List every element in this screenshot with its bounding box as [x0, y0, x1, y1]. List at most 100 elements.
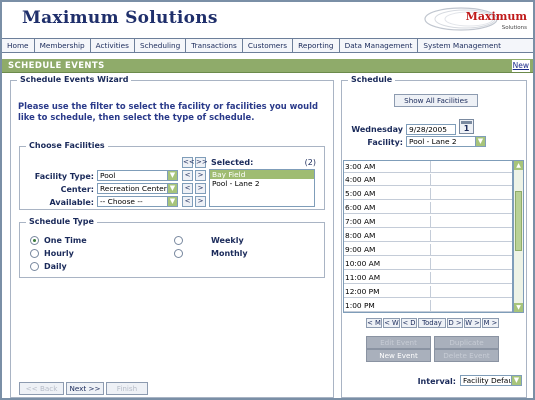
prev-month-button[interactable]: < M	[366, 318, 382, 328]
interval-value: Facility Default	[463, 376, 518, 385]
chevron-down-icon: ▼	[167, 184, 177, 193]
finish-button[interactable]: Finish	[106, 382, 148, 395]
schedule-facility-select[interactable]: Pool - Lane 2 ▼	[406, 136, 486, 147]
move-all-left-button[interactable]: <<	[182, 157, 195, 168]
scroll-up-icon[interactable]: ▲	[514, 161, 523, 170]
move-right-button-1[interactable]: >	[195, 170, 206, 181]
nav-system-management[interactable]: System Management	[418, 39, 533, 52]
move-left-button-3[interactable]: <	[182, 196, 193, 207]
choose-facilities-title: Choose Facilities	[26, 141, 108, 150]
interval-select[interactable]: Facility Default ▼	[460, 375, 522, 386]
facility-type-value: Pool	[100, 171, 116, 180]
prev-day-button[interactable]: < D	[401, 318, 417, 328]
radio-label-daily: Daily	[44, 262, 67, 271]
show-all-facilities-button[interactable]: Show All Facilities	[394, 94, 478, 107]
chevron-down-icon: ▼	[167, 171, 177, 180]
time-row[interactable]: 3:00 AM	[344, 161, 512, 173]
time-row[interactable]: 10:00 AM	[344, 258, 512, 270]
nav-reporting[interactable]: Reporting	[293, 39, 340, 52]
radio-weekly[interactable]	[174, 236, 183, 245]
time-row[interactable]: 7:00 AM	[344, 216, 512, 228]
nav-transactions[interactable]: Transactions	[186, 39, 243, 52]
time-label: 7:00 AM	[345, 217, 376, 226]
nav-customers[interactable]: Customers	[242, 39, 294, 52]
section-bar: SCHEDULE EVENTS	[2, 59, 533, 73]
radio-hourly[interactable]	[30, 249, 39, 258]
app-title: Maximum Solutions	[22, 8, 218, 28]
time-row[interactable]: 4:00 AM	[344, 174, 512, 186]
time-row[interactable]: 5:00 AM	[344, 188, 512, 200]
delete-event-button[interactable]: Delete Event	[434, 349, 499, 362]
selected-count: (2)	[304, 158, 316, 167]
date-input[interactable]: 9/28/2005	[406, 124, 456, 135]
available-select[interactable]: -- Choose -- ▼	[97, 196, 178, 207]
prev-week-button[interactable]: < W	[383, 318, 400, 328]
main-nav: Home Membership Activities Scheduling Tr…	[2, 38, 533, 53]
time-grid-scrollbar[interactable]: ▲ ▼	[513, 160, 524, 313]
facility-label: Facility:	[367, 138, 403, 147]
today-button[interactable]: Today	[418, 318, 446, 328]
radio-monthly[interactable]	[174, 249, 183, 258]
nav-activities[interactable]: Activities	[90, 39, 135, 52]
available-value: -- Choose --	[100, 197, 143, 206]
list-item[interactable]: Pool - Lane 2	[210, 179, 314, 188]
schedule-time-grid[interactable]: 3:00 AM 4:00 AM 5:00 AM 6:00 AM 7:00 AM …	[343, 160, 513, 313]
nav-data-management[interactable]: Data Management	[339, 39, 419, 52]
radio-daily[interactable]	[30, 262, 39, 271]
scroll-thumb[interactable]	[515, 191, 522, 251]
scroll-down-icon[interactable]: ▼	[514, 303, 523, 312]
time-row[interactable]: 12:00 PM	[344, 286, 512, 298]
selected-facilities-list[interactable]: Bay Field Pool - Lane 2	[209, 169, 315, 207]
center-select[interactable]: Recreation Center ▼	[97, 183, 178, 194]
back-button[interactable]: << Back	[19, 382, 64, 395]
time-label: 3:00 AM	[345, 162, 376, 171]
calendar-icon[interactable]: 1	[459, 119, 474, 134]
interval-label: Interval:	[417, 377, 456, 386]
selected-label: Selected:	[211, 158, 254, 167]
next-day-button[interactable]: D >	[447, 318, 463, 328]
radio-one-time[interactable]	[30, 236, 39, 245]
time-row[interactable]: 6:00 AM	[344, 202, 512, 214]
facility-type-label: Facility Type:	[34, 172, 94, 181]
facility-type-select[interactable]: Pool ▼	[97, 170, 178, 181]
duplicate-button[interactable]: Duplicate	[434, 336, 499, 349]
time-row[interactable]: 9:00 AM	[344, 244, 512, 256]
move-left-button-1[interactable]: <	[182, 170, 193, 181]
center-label: Center:	[60, 185, 94, 194]
chevron-down-icon: ▼	[475, 137, 485, 146]
nav-scheduling[interactable]: Scheduling	[134, 39, 187, 52]
day-label: Wednesday	[351, 125, 403, 134]
header: Maximum Solutions Maximum Solutions	[2, 2, 533, 36]
section-title: SCHEDULE EVENTS	[8, 61, 105, 71]
new-event-button[interactable]: New Event	[366, 349, 431, 362]
list-item[interactable]: Bay Field	[210, 170, 314, 179]
time-label: 4:00 AM	[345, 175, 376, 184]
move-left-button-2[interactable]: <	[182, 183, 193, 194]
time-label: 11:00 AM	[345, 273, 381, 282]
next-week-button[interactable]: W >	[464, 318, 481, 328]
chevron-down-icon: ▼	[167, 197, 177, 206]
logo-text: Maximum	[466, 10, 528, 23]
move-right-button-2[interactable]: >	[195, 183, 206, 194]
move-all-right-button[interactable]: >>	[195, 157, 208, 168]
time-row[interactable]: 1:00 PM	[344, 300, 512, 312]
radio-label-one-time: One Time	[44, 236, 87, 245]
next-month-button[interactable]: M >	[482, 318, 499, 328]
move-right-button-3[interactable]: >	[195, 196, 206, 207]
radio-label-monthly: Monthly	[211, 249, 248, 258]
schedule-type-title: Schedule Type	[26, 217, 97, 226]
nav-home[interactable]: Home	[2, 39, 35, 52]
time-label: 1:00 PM	[345, 301, 375, 310]
company-logo: Maximum Solutions	[424, 7, 528, 31]
nav-membership[interactable]: Membership	[34, 39, 91, 52]
next-button[interactable]: Next >>	[66, 382, 104, 395]
new-link[interactable]: New	[511, 60, 530, 72]
logo-subtext: Solutions	[502, 25, 527, 31]
time-row[interactable]: 8:00 AM	[344, 230, 512, 242]
schedule-title: Schedule	[348, 75, 396, 84]
radio-label-weekly: Weekly	[211, 236, 244, 245]
edit-event-button[interactable]: Edit Event	[366, 336, 431, 349]
wizard-title: Schedule Events Wizard	[17, 75, 132, 84]
time-row[interactable]: 11:00 AM	[344, 272, 512, 284]
app-window: Maximum Solutions Maximum Solutions Home…	[0, 0, 535, 400]
